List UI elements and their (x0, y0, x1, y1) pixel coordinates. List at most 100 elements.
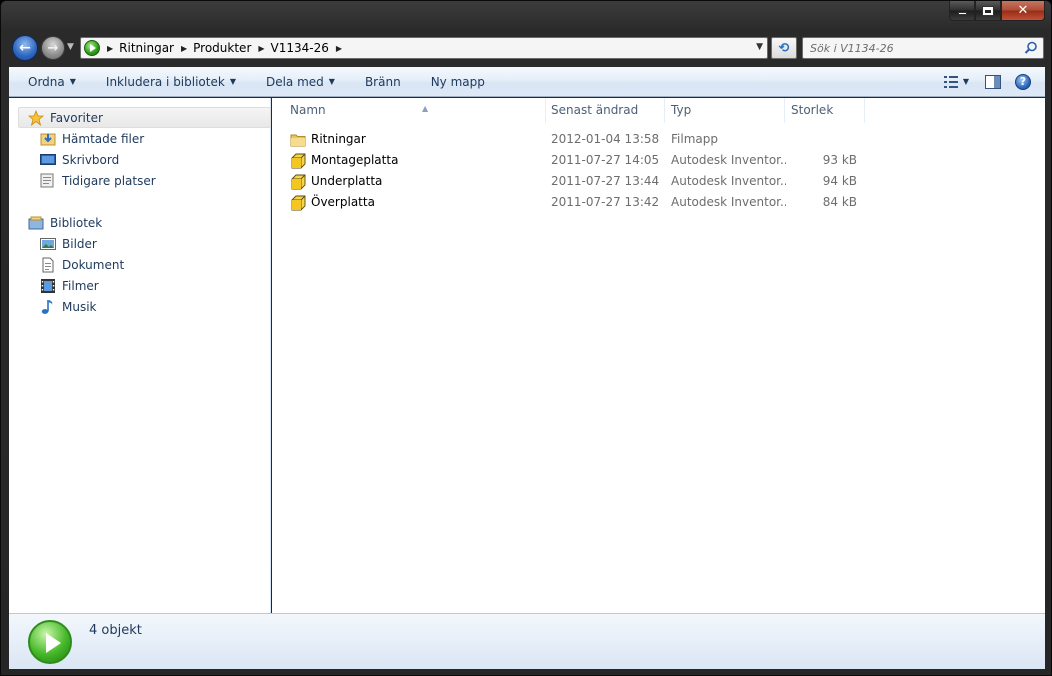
file-size: 94 kB (822, 174, 857, 188)
downloads-folder-icon (40, 131, 56, 147)
nav-music-label: Musik (62, 299, 97, 314)
nav-videos[interactable]: Filmer (9, 275, 270, 296)
forward-arrow-icon: → (47, 40, 59, 56)
navigation-row: ← → ▼ ▶ Ritningar ▶ Produkter ▶ V1134-26… (1, 33, 1051, 63)
navigation-pane: Favoriter Hämtade filer Skrivbord Tidiga… (9, 98, 271, 613)
file-name: Ritningar (311, 132, 366, 146)
inventor-part-icon (291, 174, 306, 189)
details-pane: 4 objekt (9, 613, 1045, 669)
nav-documents-label: Dokument (62, 257, 125, 272)
chevron-down-icon: ▼ (69, 77, 76, 86)
file-size (791, 129, 857, 150)
breadcrumb-ritningar[interactable]: Ritningar (119, 41, 174, 55)
close-button[interactable]: ✕ (1001, 1, 1045, 21)
nav-videos-label: Filmer (62, 278, 99, 293)
nav-documents[interactable]: Dokument (9, 254, 270, 275)
file-type: Autodesk Inventor... (671, 153, 786, 167)
help-icon[interactable]: ? (1015, 73, 1031, 90)
nav-libraries-label: Bibliotek (50, 215, 103, 230)
column-header-type[interactable]: Typ (665, 98, 785, 123)
back-button[interactable]: ← (12, 35, 38, 61)
music-note-icon (40, 299, 56, 315)
share-with-button[interactable]: Dela med ▼ (246, 67, 345, 96)
change-view-icon[interactable] (943, 75, 958, 88)
file-type: Filmapp (671, 132, 718, 146)
search-input[interactable] (810, 41, 1020, 55)
caption-buttons: ✕ (949, 1, 1045, 22)
file-list: Namn ▲ Senast ändrad Typ Storlek Ritning… (272, 98, 1045, 613)
chevron-down-icon: ▼ (328, 77, 335, 86)
column-header-size[interactable]: Storlek (785, 98, 865, 123)
breadcrumb-produkter[interactable]: Produkter (193, 41, 251, 55)
file-row-overplatta[interactable]: Överplatta 2011-07-27 13:42 Autodesk Inv… (272, 192, 1045, 213)
recent-pages-dropdown[interactable]: ▼ (67, 42, 74, 52)
breadcrumb-separator-icon[interactable]: ▶ (107, 44, 113, 53)
item-count: 4 objekt (89, 623, 142, 638)
file-modified: 2011-07-27 13:44 (551, 174, 660, 188)
film-icon (40, 278, 56, 294)
file-modified: 2011-07-27 14:05 (551, 153, 660, 167)
file-name: Montageplatta (311, 153, 399, 167)
column-header-modified[interactable]: Senast ändrad (545, 98, 665, 123)
file-size: 84 kB (822, 195, 857, 209)
minimize-button[interactable] (949, 1, 975, 21)
inventor-part-icon (291, 153, 306, 168)
nav-recent-places[interactable]: Tidigare platser (9, 170, 270, 191)
breadcrumb-separator-icon[interactable]: ▶ (336, 44, 342, 53)
organize-label: Ordna (28, 74, 65, 89)
file-row-ritningar[interactable]: Ritningar 2012-01-04 13:58 Filmapp (272, 129, 1045, 150)
breadcrumb-separator-icon[interactable]: ▶ (258, 44, 264, 53)
nav-pictures[interactable]: Bilder (9, 233, 270, 254)
file-row-underplatta[interactable]: Underplatta 2011-07-27 13:44 Autodesk In… (272, 171, 1045, 192)
breadcrumb-v1134-26[interactable]: V1134-26 (271, 41, 329, 55)
file-row-montageplatta[interactable]: Montageplatta 2011-07-27 14:05 Autodesk … (272, 150, 1045, 171)
address-history-dropdown[interactable]: ▼ (756, 42, 763, 52)
column-header-name[interactable]: Namn ▲ (284, 98, 546, 123)
preview-pane-icon[interactable] (985, 74, 1001, 89)
forward-button[interactable]: → (41, 36, 65, 60)
nav-libraries[interactable]: Bibliotek (9, 212, 270, 233)
view-options-dropdown[interactable]: ▼ (963, 77, 969, 86)
command-bar-right: ▼ ? (934, 67, 1045, 96)
inventor-part-icon (291, 195, 306, 210)
file-name-cell: Ritningar (290, 129, 545, 150)
file-name-cell: Överplatta (290, 192, 545, 213)
address-bar[interactable]: ▶ Ritningar ▶ Produkter ▶ V1134-26 ▶ ▼ (80, 37, 768, 59)
search-box[interactable] (802, 37, 1044, 59)
file-modified: 2012-01-04 13:58 (551, 132, 660, 146)
chevron-down-icon: ▼ (229, 77, 236, 86)
share-with-label: Dela med (265, 74, 324, 89)
include-in-library-button[interactable]: Inkludera i bibliotek ▼ (86, 67, 246, 96)
location-large-icon (28, 620, 72, 664)
file-type: Autodesk Inventor... (671, 174, 786, 188)
file-modified: 2011-07-27 13:42 (551, 195, 660, 209)
new-folder-button[interactable]: Ny mapp (411, 67, 495, 96)
nav-recent-places-label: Tidigare platser (62, 173, 156, 188)
burn-label: Bränn (364, 74, 401, 89)
nav-music[interactable]: Musik (9, 296, 270, 317)
burn-button[interactable]: Bränn (345, 67, 411, 96)
maximize-button[interactable] (975, 1, 1001, 21)
organize-button[interactable]: Ordna ▼ (9, 67, 86, 96)
file-name: Underplatta (311, 174, 383, 188)
column-header-modified-label: Senast ändrad (551, 103, 639, 117)
search-icon[interactable] (1024, 41, 1038, 55)
sort-ascending-icon: ▲ (422, 104, 429, 113)
maximize-icon (982, 5, 994, 16)
nav-favorites[interactable]: Favoriter (18, 107, 271, 128)
nav-desktop[interactable]: Skrivbord (9, 149, 270, 170)
nav-downloads[interactable]: Hämtade filer (9, 128, 270, 149)
nav-desktop-label: Skrivbord (62, 152, 120, 167)
column-header-type-label: Typ (671, 103, 692, 117)
include-in-library-label: Inkludera i bibliotek (105, 74, 225, 89)
column-header-name-label: Namn (290, 103, 326, 117)
file-name-cell: Underplatta (290, 171, 545, 192)
file-name: Överplatta (311, 195, 375, 209)
breadcrumb-separator-icon[interactable]: ▶ (181, 44, 187, 53)
nav-pictures-label: Bilder (62, 236, 97, 251)
pictures-icon (40, 236, 56, 252)
refresh-button[interactable]: ⟲ (771, 37, 797, 59)
redacted-area (26, 335, 154, 523)
command-bar: Ordna ▼ Inkludera i bibliotek ▼ Dela med… (9, 67, 1045, 97)
file-type: Autodesk Inventor... (671, 195, 786, 209)
